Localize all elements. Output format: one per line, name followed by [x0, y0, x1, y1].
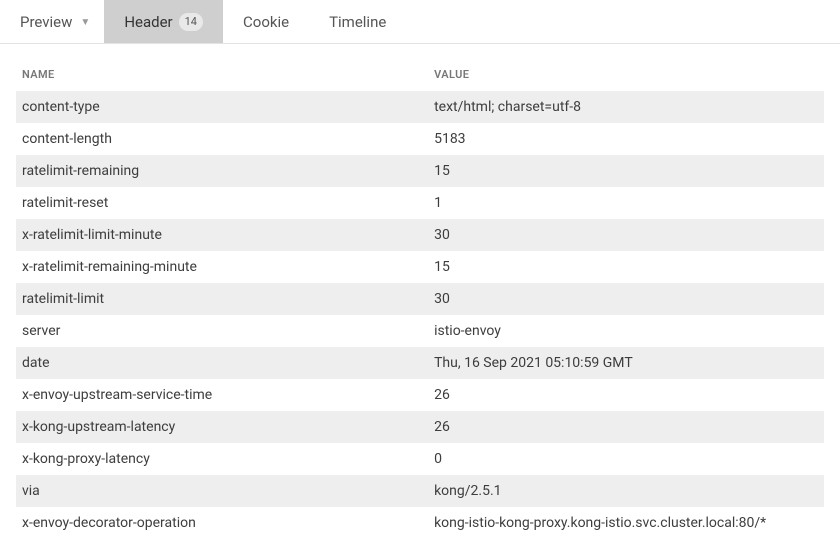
header-value: text/html; charset=utf-8 — [428, 91, 824, 123]
header-name: x-envoy-upstream-service-time — [16, 379, 428, 411]
table-row: content-length5183 — [16, 123, 824, 155]
tab-preview[interactable]: Preview ▼ — [0, 0, 104, 43]
header-value: 26 — [428, 411, 824, 443]
header-name: ratelimit-remaining — [16, 155, 428, 187]
header-value: 5183 — [428, 123, 824, 155]
header-value: kong/2.5.1 — [428, 475, 824, 507]
tab-timeline-label: Timeline — [329, 13, 386, 31]
tab-header-label: Header — [124, 13, 172, 31]
header-name: date — [16, 347, 428, 379]
header-value: 30 — [428, 283, 824, 315]
header-value: kong-istio-kong-proxy.kong-istio.svc.clu… — [428, 507, 824, 539]
table-row: x-kong-upstream-latency26 — [16, 411, 824, 443]
header-name: x-ratelimit-remaining-minute — [16, 251, 428, 283]
table-row: ratelimit-limit30 — [16, 283, 824, 315]
header-name: x-ratelimit-limit-minute — [16, 219, 428, 251]
header-name: via — [16, 475, 428, 507]
table-row: dateThu, 16 Sep 2021 05:10:59 GMT — [16, 347, 824, 379]
header-name: x-kong-upstream-latency — [16, 411, 428, 443]
table-row: content-typetext/html; charset=utf-8 — [16, 91, 824, 123]
table-row: x-ratelimit-remaining-minute15 — [16, 251, 824, 283]
headers-table: NAME VALUE content-typetext/html; charse… — [16, 58, 824, 539]
table-row: x-kong-proxy-latency0 — [16, 443, 824, 475]
header-name: ratelimit-reset — [16, 187, 428, 219]
table-row: ratelimit-remaining15 — [16, 155, 824, 187]
header-value: istio-envoy — [428, 315, 824, 347]
header-value: 26 — [428, 379, 824, 411]
table-row: serveristio-envoy — [16, 315, 824, 347]
header-name: content-length — [16, 123, 428, 155]
column-value: VALUE — [428, 58, 824, 91]
header-value: 30 — [428, 219, 824, 251]
table-row: x-envoy-upstream-service-time26 — [16, 379, 824, 411]
table-row: viakong/2.5.1 — [16, 475, 824, 507]
header-name: ratelimit-limit — [16, 283, 428, 315]
tab-preview-label: Preview — [20, 13, 72, 31]
header-name: server — [16, 315, 428, 347]
header-value: 1 — [428, 187, 824, 219]
table-row: x-ratelimit-limit-minute30 — [16, 219, 824, 251]
column-name: NAME — [16, 58, 428, 91]
caret-down-icon: ▼ — [80, 17, 90, 28]
tab-cookie-label: Cookie — [243, 13, 289, 31]
table-row: ratelimit-reset1 — [16, 187, 824, 219]
tab-header-badge: 14 — [179, 13, 203, 31]
header-value: Thu, 16 Sep 2021 05:10:59 GMT — [428, 347, 824, 379]
header-name: x-envoy-decorator-operation — [16, 507, 428, 539]
table-row: x-envoy-decorator-operationkong-istio-ko… — [16, 507, 824, 539]
header-value: 0 — [428, 443, 824, 475]
header-value: 15 — [428, 155, 824, 187]
header-name: x-kong-proxy-latency — [16, 443, 428, 475]
tab-bar: Preview ▼ Header 14 Cookie Timeline — [0, 0, 840, 44]
tab-cookie[interactable]: Cookie — [223, 0, 309, 43]
tab-timeline[interactable]: Timeline — [309, 0, 406, 43]
headers-panel: NAME VALUE content-typetext/html; charse… — [0, 44, 840, 539]
tab-header[interactable]: Header 14 — [104, 0, 223, 43]
header-value: 15 — [428, 251, 824, 283]
header-name: content-type — [16, 91, 428, 123]
